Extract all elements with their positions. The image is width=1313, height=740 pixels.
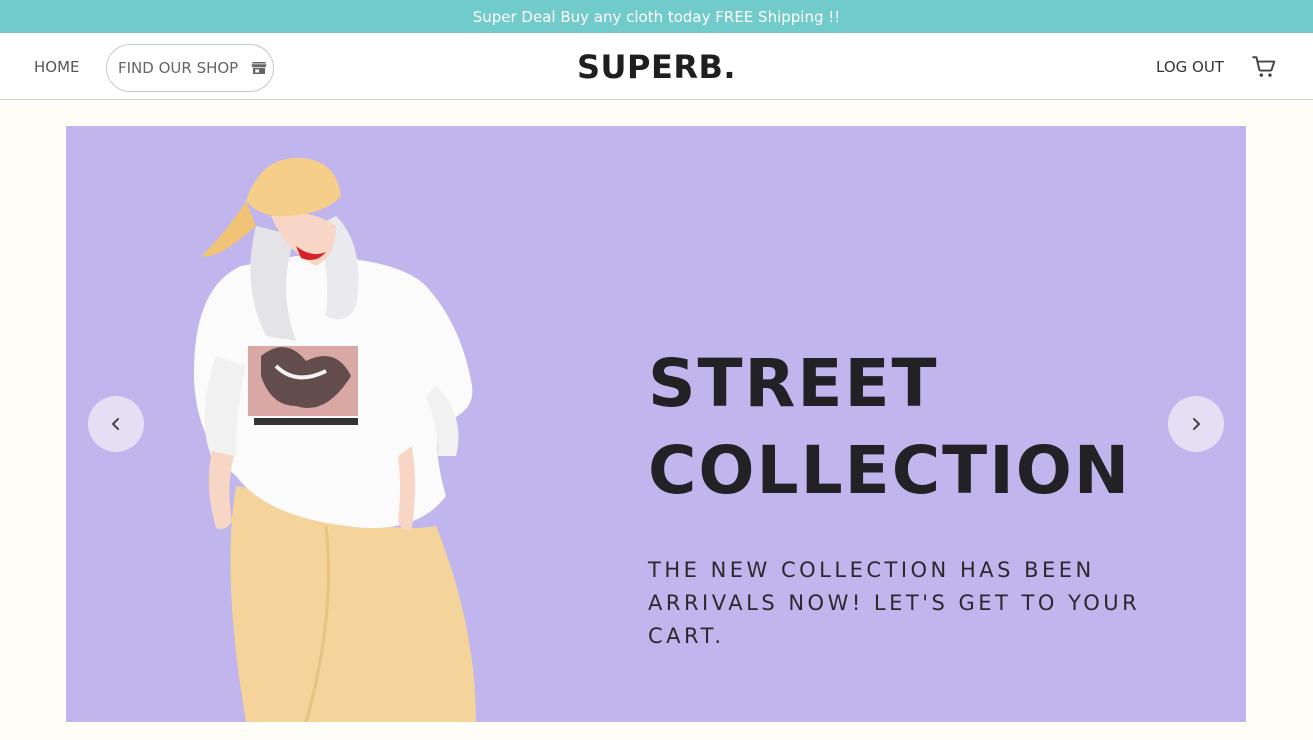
- carousel-next-button[interactable]: [1168, 396, 1224, 452]
- site-logo[interactable]: SUPERB.: [577, 48, 736, 86]
- hero-banner: STREET COLLECTION THE NEW COLLECTION HAS…: [66, 126, 1246, 722]
- chevron-left-icon: [112, 418, 119, 430]
- find-our-shop-label: FIND OUR SHOP: [118, 59, 239, 77]
- model-image: [193, 157, 476, 722]
- hero-subtitle-line-2: ARRIVALS NOW! LET'S GET TO YOUR: [648, 591, 1141, 615]
- hero-section: STREET COLLECTION THE NEW COLLECTION HAS…: [0, 100, 1313, 740]
- store-icon: [250, 59, 268, 77]
- promo-bar: Super Deal Buy any cloth today FREE Ship…: [0, 0, 1313, 33]
- find-our-shop-button[interactable]: FIND OUR SHOP: [106, 44, 274, 92]
- chevron-right-icon: [1193, 418, 1200, 430]
- hero-title-line-1: STREET: [648, 345, 939, 422]
- hero-subtitle-line-1: THE NEW COLLECTION HAS BEEN: [648, 558, 1095, 582]
- navbar: HOME FIND OUR SHOP SUPERB. LOG OUT: [0, 33, 1313, 100]
- hero-subtitle-line-3: CART.: [648, 624, 725, 648]
- nav-home-link[interactable]: HOME: [34, 33, 80, 100]
- cart-icon[interactable]: [1251, 54, 1277, 80]
- hero-title: STREET COLLECTION: [648, 340, 1168, 514]
- logout-link[interactable]: LOG OUT: [1156, 33, 1224, 100]
- carousel-prev-button[interactable]: [88, 396, 144, 452]
- hero-title-line-2: COLLECTION: [648, 432, 1132, 509]
- promo-text: Super Deal Buy any cloth today FREE Ship…: [472, 7, 841, 26]
- hero-subtitle: THE NEW COLLECTION HAS BEEN ARRIVALS NOW…: [648, 554, 1148, 653]
